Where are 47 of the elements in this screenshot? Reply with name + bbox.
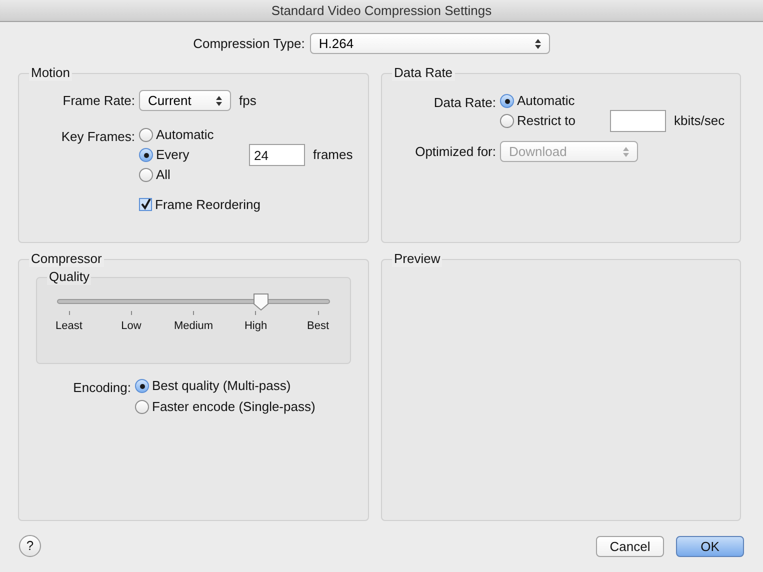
tick-label: High <box>244 319 268 334</box>
field-label: Frame Rate: <box>62 92 135 110</box>
window-title: Standard Video Compression Settings <box>271 2 492 20</box>
field-label: Key Frames: <box>60 128 135 146</box>
radio-label: Automatic <box>156 126 215 144</box>
radio-label: Best quality (Multi-pass) <box>152 377 291 396</box>
radio-button[interactable] <box>135 400 149 414</box>
tick-label: Medium <box>174 319 214 334</box>
group-title: Compressor <box>29 251 104 267</box>
field-label: Encoding: <box>72 379 131 397</box>
radio-button[interactable] <box>139 148 153 162</box>
radio-button[interactable] <box>500 114 514 128</box>
radio-button[interactable] <box>139 128 153 142</box>
checkbox[interactable] <box>139 198 152 212</box>
stepper-icon <box>534 38 541 48</box>
help-button[interactable]: ? <box>19 535 41 557</box>
field-label: Optimized for: <box>414 142 496 161</box>
checkbox-label: Frame Reordering <box>155 196 260 214</box>
radio-button[interactable] <box>500 94 514 108</box>
group-title: Data Rate <box>392 65 455 81</box>
group-title: Quality <box>47 269 92 285</box>
unit-label: frames <box>313 146 353 164</box>
slider-thumb[interactable] <box>253 292 270 310</box>
stepper-icon <box>623 146 629 156</box>
tick-label: Least <box>56 319 82 334</box>
radio-label: Restrict to <box>517 112 577 130</box>
radio-button[interactable] <box>139 168 153 182</box>
radio-label: Faster encode (Single-pass) <box>152 398 316 416</box>
radio-label: Every <box>156 146 190 164</box>
unit-label: fps <box>239 92 256 110</box>
radio-label: All <box>156 166 172 184</box>
frame-rate-popup[interactable]: Current <box>139 90 231 111</box>
stepper-icon <box>216 96 222 106</box>
ok-button[interactable]: OK <box>676 536 744 556</box>
field-label: Data Rate: <box>432 94 496 112</box>
tick-label: Low <box>121 319 142 334</box>
number-field[interactable] <box>610 110 666 132</box>
field-label: Compression Type: <box>193 34 305 53</box>
group-title: Preview <box>392 251 442 267</box>
compression-type-popup[interactable]: H.264 <box>310 33 550 54</box>
group-title: Motion <box>29 65 72 81</box>
unit-label: kbits/sec <box>674 112 725 130</box>
radio-button[interactable] <box>135 379 149 393</box>
cancel-button[interactable]: Cancel <box>596 536 664 556</box>
radio-label: Automatic <box>517 92 576 110</box>
tick-label: Best <box>306 319 329 334</box>
number-field[interactable]: 24 <box>249 144 305 166</box>
